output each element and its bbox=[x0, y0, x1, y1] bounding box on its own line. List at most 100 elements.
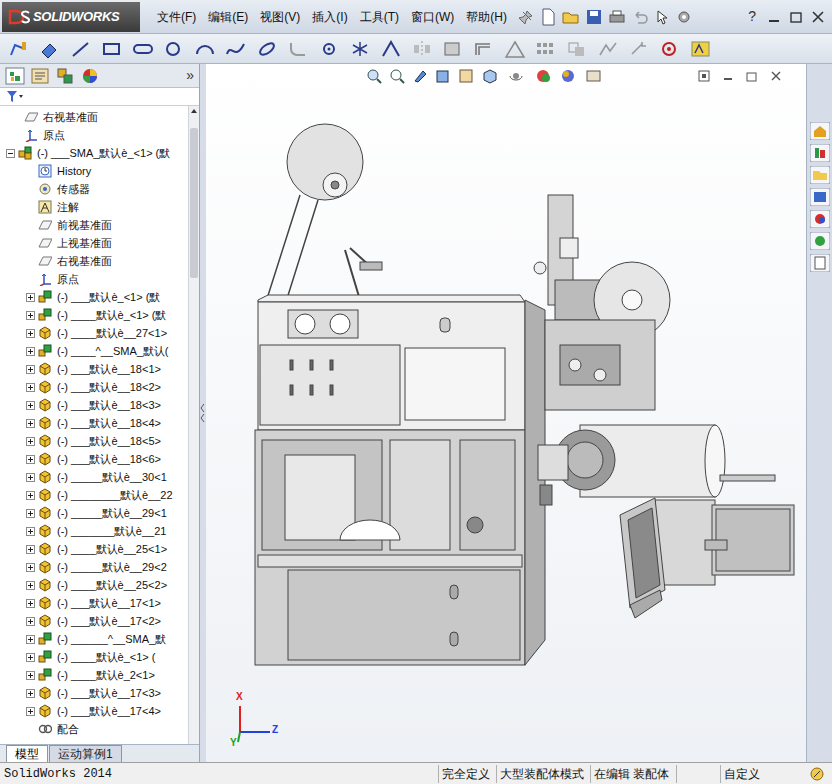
undo-icon[interactable] bbox=[632, 9, 648, 25]
zoom-fit-icon[interactable] bbox=[366, 68, 382, 84]
expand-toggle[interactable] bbox=[26, 509, 35, 518]
feature-tree-icon[interactable] bbox=[5, 67, 25, 85]
smart-dimension-icon[interactable] bbox=[39, 40, 61, 58]
menu-item[interactable]: 插入(I) bbox=[307, 8, 352, 26]
expand-toggle[interactable] bbox=[26, 635, 35, 644]
graphics-area[interactable]: XZY bbox=[206, 64, 806, 762]
rectangle-icon[interactable] bbox=[101, 40, 123, 58]
tree-item[interactable]: (-) ___SMA_默认è_<1> (默 bbox=[0, 144, 188, 162]
appearances-icon[interactable] bbox=[810, 232, 830, 250]
tree-item[interactable]: (-) ___默认è__18<2> bbox=[0, 378, 188, 396]
expand-toggle[interactable] bbox=[26, 293, 35, 302]
zoom-area-icon[interactable] bbox=[389, 68, 405, 84]
file-explorer-icon[interactable] bbox=[810, 188, 830, 206]
viewport-close-icon[interactable] bbox=[770, 70, 782, 82]
linear-pattern-icon[interactable] bbox=[535, 40, 557, 58]
print-icon[interactable] bbox=[608, 9, 626, 25]
display-manager-icon[interactable] bbox=[80, 67, 100, 85]
move-icon[interactable] bbox=[566, 40, 588, 58]
expand-toggle[interactable] bbox=[26, 545, 35, 554]
tree-item[interactable]: (-) ___默认è__17<2> bbox=[0, 612, 188, 630]
ellipse-icon[interactable] bbox=[256, 40, 278, 58]
tree-item[interactable]: 配合 bbox=[0, 720, 188, 738]
expand-toggle[interactable] bbox=[6, 149, 15, 158]
expand-toggle[interactable] bbox=[26, 329, 35, 338]
arc-icon[interactable] bbox=[194, 40, 216, 58]
viewport-minimize-icon[interactable] bbox=[722, 70, 734, 82]
expand-toggle[interactable] bbox=[26, 527, 35, 536]
tree-item[interactable]: (-) ___默认è_<1> (默 bbox=[0, 288, 188, 306]
menu-item[interactable]: 窗口(W) bbox=[406, 8, 459, 26]
viewport-restore-icon[interactable] bbox=[698, 70, 710, 82]
restore-icon[interactable] bbox=[788, 9, 804, 25]
expand-toggle[interactable] bbox=[26, 653, 35, 662]
tree-item[interactable]: 原点 bbox=[0, 126, 188, 144]
pin-icon[interactable] bbox=[518, 9, 534, 25]
tree-item[interactable]: (-) ____默认è__25<2> bbox=[0, 576, 188, 594]
options-icon[interactable] bbox=[676, 9, 692, 25]
menu-item[interactable]: 文件(F) bbox=[152, 8, 201, 26]
rapid-sketch-icon[interactable] bbox=[690, 40, 712, 58]
tree-item[interactable]: 右视基准面 bbox=[0, 108, 188, 126]
expand-toggle[interactable] bbox=[26, 455, 35, 464]
quick-tips-icon[interactable] bbox=[808, 766, 826, 782]
tree-item[interactable]: 原点 bbox=[0, 270, 188, 288]
warning-icon[interactable] bbox=[504, 40, 526, 58]
tree-item[interactable]: 上视基准面 bbox=[0, 234, 188, 252]
expand-toggle[interactable] bbox=[26, 365, 35, 374]
expand-toggle[interactable] bbox=[26, 689, 35, 698]
machine-model-icon[interactable] bbox=[206, 64, 806, 762]
expand-toggle[interactable] bbox=[26, 617, 35, 626]
quick-snap-icon[interactable] bbox=[659, 40, 681, 58]
sketch-icon[interactable] bbox=[8, 40, 30, 58]
expand-toggle[interactable] bbox=[26, 437, 35, 446]
tree-item[interactable]: (-) _____默认è__30<1 bbox=[0, 468, 188, 486]
more-tabs-button[interactable]: » bbox=[186, 65, 194, 86]
spline-icon[interactable] bbox=[225, 40, 247, 58]
circle-icon[interactable] bbox=[163, 40, 185, 58]
tree-item[interactable]: (-) ____默认è_<1> (默 bbox=[0, 306, 188, 324]
custom-properties-icon[interactable] bbox=[810, 254, 830, 272]
filter-icon[interactable] bbox=[6, 90, 24, 104]
text-icon[interactable] bbox=[380, 40, 402, 58]
tree-item[interactable]: (-) _______默认è__21 bbox=[0, 522, 188, 540]
tree-item[interactable]: (-) ____默认è__25<1> bbox=[0, 540, 188, 558]
minimize-icon[interactable] bbox=[766, 9, 782, 25]
pattern-icon[interactable] bbox=[349, 40, 371, 58]
tree-item[interactable]: 前视基准面 bbox=[0, 216, 188, 234]
select-icon[interactable] bbox=[654, 9, 670, 25]
appearance-icon[interactable] bbox=[560, 68, 578, 84]
tree-item[interactable]: 传感器 bbox=[0, 180, 188, 198]
tree-item[interactable]: (-) ____默认è_<1> ( bbox=[0, 648, 188, 666]
section-view-icon[interactable] bbox=[435, 68, 451, 84]
expand-toggle[interactable] bbox=[26, 401, 35, 410]
tree-item[interactable]: (-) ___默认è__18<4> bbox=[0, 414, 188, 432]
expand-toggle[interactable] bbox=[26, 347, 35, 356]
tree-item[interactable]: (-) ___默认è__18<6> bbox=[0, 450, 188, 468]
relation-icon[interactable] bbox=[597, 40, 619, 58]
expand-toggle[interactable] bbox=[26, 383, 35, 392]
point-icon[interactable] bbox=[318, 40, 340, 58]
expand-toggle[interactable] bbox=[26, 419, 35, 428]
tree-item[interactable]: (-) ________默认è__22 bbox=[0, 486, 188, 504]
offset-icon[interactable] bbox=[473, 40, 495, 58]
tree-scrollbar[interactable] bbox=[188, 106, 199, 744]
expand-toggle[interactable] bbox=[26, 707, 35, 716]
menu-item[interactable]: 编辑(E) bbox=[203, 8, 253, 26]
tree-item[interactable]: (-) _____默认è__29<1 bbox=[0, 504, 188, 522]
repair-icon[interactable] bbox=[628, 40, 650, 58]
design-library-icon[interactable] bbox=[810, 166, 830, 184]
scroll-thumb[interactable] bbox=[190, 128, 198, 278]
tree-item[interactable]: (-) ______^__SMA_默 bbox=[0, 630, 188, 648]
viewport-maximize-icon[interactable] bbox=[746, 70, 758, 82]
solidworks-logo[interactable]: SOLIDWORKS bbox=[2, 2, 140, 32]
tree-item[interactable]: (-) ____默认è__27<1> bbox=[0, 324, 188, 342]
expand-toggle[interactable] bbox=[26, 581, 35, 590]
configuration-icon[interactable] bbox=[55, 67, 75, 85]
tree-item[interactable]: 注解 bbox=[0, 198, 188, 216]
display-style-icon[interactable] bbox=[508, 68, 528, 84]
menu-item[interactable]: 视图(V) bbox=[255, 8, 305, 26]
tree-item[interactable]: (-) ____默认è_2<1> bbox=[0, 666, 188, 684]
tree-item[interactable]: (-) ___默认è__17<4> bbox=[0, 702, 188, 720]
menu-item[interactable]: 帮助(H) bbox=[461, 8, 512, 26]
